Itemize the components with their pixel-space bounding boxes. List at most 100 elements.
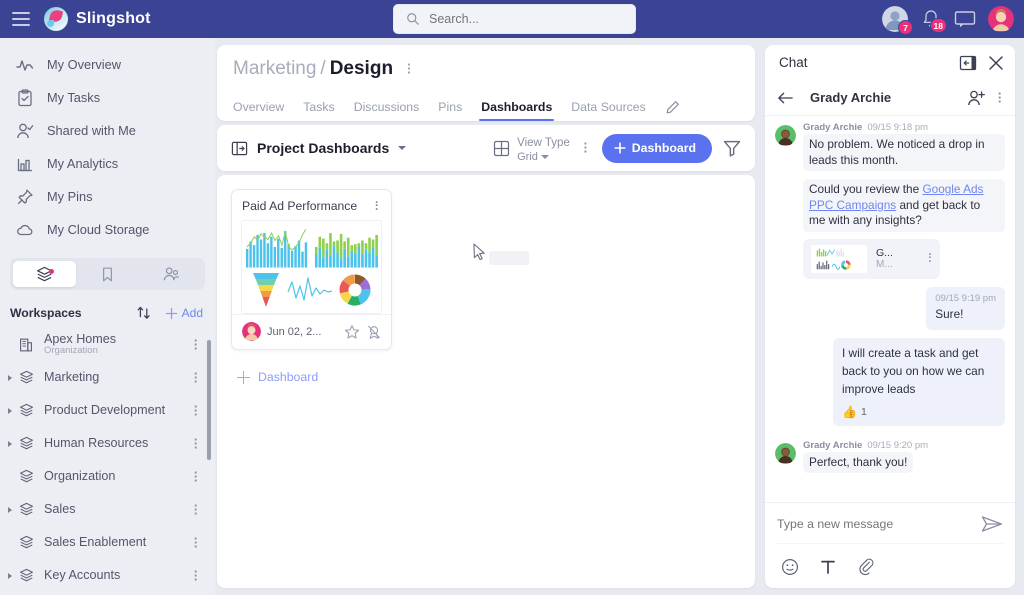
close-icon[interactable] [987,54,1005,72]
search-input[interactable] [429,12,623,26]
send-icon[interactable] [981,515,1003,533]
dashboards-toolbar: Project Dashboards View Type Grid ·· [217,125,755,171]
add-dashboard-button[interactable]: Dashboard [602,134,712,163]
star-icon[interactable] [344,324,360,340]
workspace-name: Apex Homes [44,332,116,346]
chevron-right-icon[interactable] [4,441,16,447]
tab-overview[interactable]: Overview [233,100,284,121]
chat-attachment-meta: G... M... [876,247,919,272]
toolbar-more-icon[interactable]: ··· [579,142,593,154]
hamburger-icon[interactable] [12,12,30,26]
add-workspace-button[interactable]: Add [165,306,203,320]
sidebar-item-my-cloud-storage[interactable]: My Cloud Storage [0,213,215,246]
more-vertical-icon[interactable]: ··· [995,92,1005,104]
tab-tasks[interactable]: Tasks [303,100,334,121]
more-vertical-icon[interactable]: ··· [189,372,203,384]
pencil-icon[interactable] [665,100,680,115]
view-type-value-row: Grid [517,151,570,163]
tab-dashboards[interactable]: Dashboards [481,100,552,121]
chat-message-meta: Grady Archie 09/15 9:18 pm [803,122,1005,133]
sidebar-item-people-tab[interactable] [139,261,202,287]
chat-composer [765,502,1015,588]
notifications-button[interactable]: 18 [920,8,942,30]
workspace-item-marketing[interactable]: Marketing ··· [0,361,215,394]
workspace-item-human-resources[interactable]: Human Resources ··· [0,427,215,460]
share-disabled-icon[interactable] [366,324,382,340]
left-bar-group [245,225,310,269]
chart-thumbnail [811,245,867,273]
workspace-item-product-development[interactable]: Product Development ··· [0,394,215,427]
chat-message-outgoing: I will create a task and get back to you… [775,338,1005,426]
layers-icon [16,402,36,419]
chevron-down-icon [541,155,549,159]
sidebar-item-bookmarks-tab[interactable] [76,261,139,287]
activity-icon [16,56,34,74]
more-vertical-icon[interactable]: ··· [189,570,203,582]
more-vertical-icon[interactable]: ··· [189,339,203,351]
more-vertical-icon[interactable]: ··· [189,504,203,516]
workspace-item-sales[interactable]: Sales ··· [0,493,215,526]
sidebar-nav: My Overview My Tasks Shared with Me My A… [0,38,215,246]
people-button[interactable]: 7 [882,6,908,32]
more-vertical-icon[interactable]: ··· [407,63,411,75]
sidebar-item-shared-with-me[interactable]: Shared with Me [0,114,215,147]
attachment-icon[interactable] [857,558,875,576]
chat-conversation-header: Grady Archie ··· [765,80,1015,116]
workspaces-title: Workspaces [10,306,135,320]
more-vertical-icon[interactable]: ··· [189,438,203,450]
sidebar-scrollbar[interactable] [207,340,211,460]
user-avatar[interactable] [988,6,1014,32]
layers-icon [16,435,36,452]
sidebar-item-my-pins[interactable]: My Pins [0,180,215,213]
text-format-icon[interactable] [819,558,837,576]
layers-icon [16,468,36,485]
chevron-down-icon[interactable] [398,146,406,150]
workspace-item-apex-homes[interactable]: Apex Homes Organization ··· [0,328,215,361]
chat-bubble-icon[interactable] [954,10,976,28]
filter-icon[interactable] [721,137,743,159]
chevron-right-icon[interactable] [4,375,16,381]
add-person-icon[interactable] [967,89,985,107]
view-type-label: View Type [517,137,570,149]
add-dashboard-link[interactable]: Dashboard [237,370,741,384]
chevron-right-icon[interactable] [4,573,16,579]
clipboard-check-icon [16,89,34,107]
chat-attachment-card[interactable]: G... M... ··· [803,239,940,279]
tab-data-sources[interactable]: Data Sources [571,100,646,121]
workspace-item-sales-enablement[interactable]: Sales Enablement ··· [0,526,215,559]
layers-icon [35,265,54,284]
emoji-icon[interactable] [781,558,799,576]
chevron-right-icon[interactable] [4,408,16,414]
breadcrumb-parent[interactable]: Marketing [233,58,316,80]
chevron-right-icon[interactable] [4,507,16,513]
top-bar: Slingshot 7 [0,0,1024,38]
sidebar-item-my-tasks[interactable]: My Tasks [0,81,215,114]
search-bar[interactable] [393,4,636,34]
more-vertical-icon[interactable]: ··· [928,254,932,264]
workspace-label: Sales [44,502,189,516]
more-vertical-icon[interactable]: ··· [189,405,203,417]
sidebar-item-my-analytics[interactable]: My Analytics [0,147,215,180]
workspace-item-key-accounts[interactable]: Key Accounts ··· [0,559,215,592]
workspaces-list: Apex Homes Organization ··· Marketing ··… [0,328,215,595]
view-type-text: View Type Grid [517,133,570,163]
more-vertical-icon[interactable]: ··· [189,537,203,549]
chat-message-reaction[interactable]: 👍 1 [842,405,996,419]
add-workspace-label: Add [182,306,203,320]
workspace-label: Product Development [44,403,189,417]
plus-icon [237,371,250,384]
workspace-item-organization[interactable]: Organization ··· [0,460,215,493]
tab-discussions[interactable]: Discussions [354,100,420,121]
chat-message-input[interactable] [777,517,973,531]
panel-toggle-icon[interactable] [231,140,248,157]
back-arrow-icon[interactable] [777,91,794,105]
view-type-selector[interactable]: View Type Grid [493,133,570,163]
dashboard-card[interactable]: Paid Ad Performance ··· [231,189,392,350]
tab-pins[interactable]: Pins [438,100,462,121]
sort-arrows-icon[interactable] [135,304,153,322]
collapse-panel-icon[interactable] [959,54,977,72]
more-vertical-icon[interactable]: ··· [371,201,383,212]
sidebar-item-my-overview[interactable]: My Overview [0,48,215,81]
more-vertical-icon[interactable]: ··· [189,471,203,483]
sidebar-item-workspaces-tab[interactable] [13,261,76,287]
